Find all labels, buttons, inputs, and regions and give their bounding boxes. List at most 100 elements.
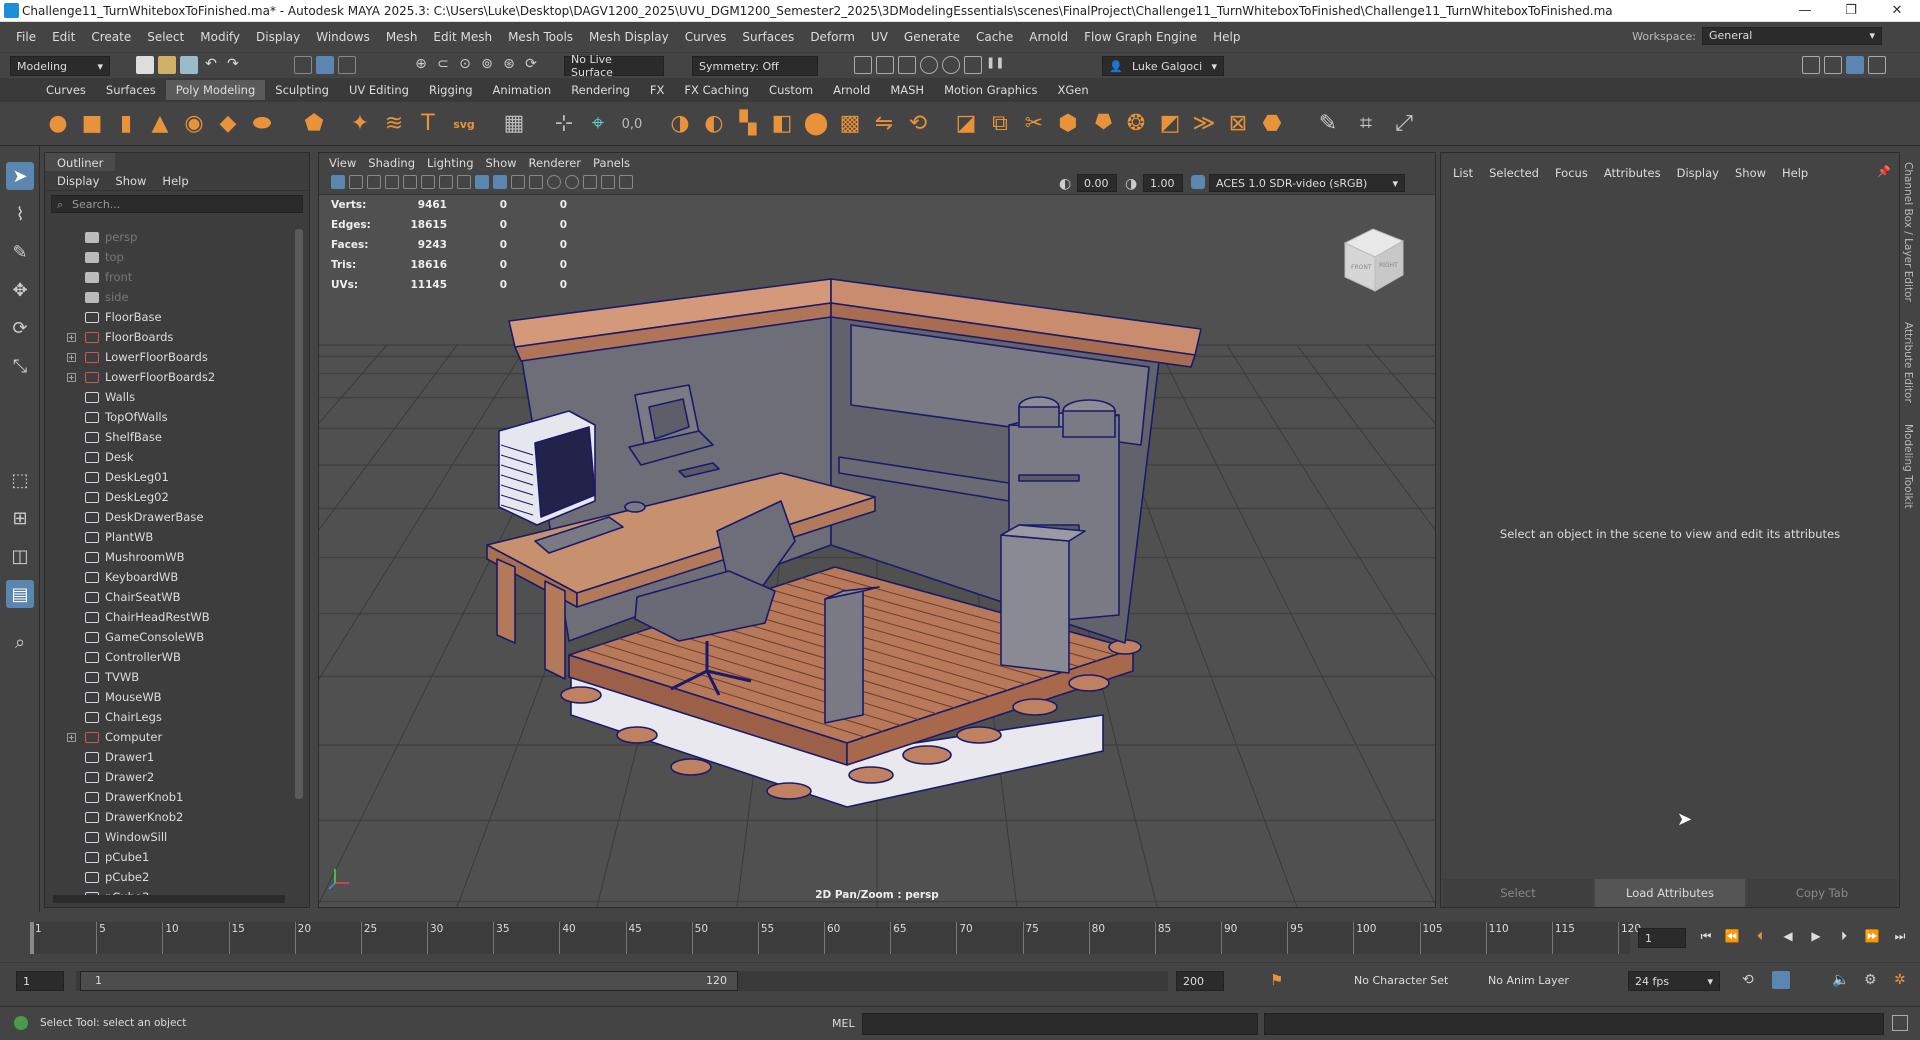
outliner-item[interactable]: + FloorBoards (45, 327, 293, 347)
outliner-item[interactable]: + LowerFloorBoards (45, 347, 293, 367)
shelf-tab-sculpting[interactable]: Sculpting (265, 80, 339, 100)
grid-icon[interactable]: ▦ (500, 110, 528, 138)
shelf-tab-arnold[interactable]: Arnold (823, 80, 880, 100)
snap-surface-icon[interactable]: ⊛ (500, 56, 518, 74)
connect-icon[interactable]: ≫ (1190, 110, 1218, 138)
outliner-hscrollbar[interactable] (53, 895, 285, 903)
ipr-render-icon[interactable] (898, 56, 916, 74)
viewport-menu-lighting[interactable]: Lighting (427, 156, 473, 170)
outliner-item[interactable]: PlantWB (45, 527, 293, 547)
outliner-item[interactable]: pCube1 (45, 847, 293, 867)
snap-curve-icon[interactable]: ⊂ (434, 56, 452, 74)
expand-icon[interactable]: + (67, 352, 76, 362)
ambient-occlusion-icon[interactable] (583, 175, 597, 189)
snap-grid-icon[interactable]: ⊕ (412, 56, 430, 74)
poly-disc-icon[interactable]: ⬬ (248, 110, 276, 138)
shelf-tab-xgen[interactable]: XGen (1048, 80, 1099, 100)
audio-icon[interactable]: 🔈 (1832, 972, 1849, 988)
outliner-item[interactable]: DeskDrawerBase (45, 507, 293, 527)
target-weld-icon[interactable]: ⊠ (1224, 110, 1252, 138)
hypershade-icon[interactable] (942, 56, 960, 74)
measure-icon[interactable]: ⊹ (550, 110, 578, 138)
single-perspective-layout-icon[interactable]: ⬚ (6, 466, 34, 494)
shelf-tab-fx-caching[interactable]: FX Caching (674, 80, 759, 100)
lights-icon[interactable] (547, 175, 561, 189)
symmetry-dropdown[interactable]: Symmetry: Off (692, 56, 818, 76)
platonic-solid-icon[interactable]: ⬟ (300, 110, 328, 138)
cleanup-icon[interactable]: ⟲ (904, 110, 932, 138)
anim-layer-dropdown[interactable]: No Anim Layer (1488, 974, 1569, 987)
loop-icon[interactable]: ⟲ (1742, 972, 1754, 988)
shelf-tab-mash[interactable]: MASH (880, 80, 934, 100)
viewport-panel[interactable]: View Shading Lighting Show Renderer Pane… (318, 152, 1436, 908)
menu-help[interactable]: Help (1205, 30, 1248, 44)
animation-prefs-icon[interactable]: ✲ (1894, 972, 1906, 988)
camera-select-icon[interactable] (331, 175, 345, 189)
live-surface-field[interactable]: No Live Surface (564, 53, 664, 79)
outliner-menu-help[interactable]: Help (162, 174, 188, 188)
modeling-toolkit-tab[interactable]: Modeling Toolkit (1902, 424, 1914, 509)
svg-icon[interactable]: svg (450, 110, 478, 138)
mirror-icon[interactable]: ⇋ (870, 110, 898, 138)
outliner-item[interactable]: DeskLeg01 (45, 467, 293, 487)
current-time-marker[interactable] (30, 922, 34, 954)
menu-set-dropdown[interactable]: Modeling ▾ (10, 56, 110, 76)
time-slider[interactable]: 1 5 10 15 20 25 30 35 40 45 50 55 60 65 70 75 80 85 90 95 10… (0, 912, 1920, 960)
gamma-field[interactable]: 1.00 (1143, 174, 1183, 192)
offset-edge-loop-icon[interactable]: ⌗ (1352, 110, 1380, 138)
character-set-dropdown[interactable]: No Character Set (1354, 974, 1448, 987)
redo-icon[interactable]: ↷ (224, 56, 242, 74)
time-slider-ticks[interactable]: 1 5 10 15 20 25 30 35 40 45 50 55 60 65 70 75 80 85 90 95 10… (30, 922, 1641, 954)
expand-icon[interactable]: + (67, 332, 76, 342)
preferences-icon[interactable]: ⚙ (1864, 972, 1877, 988)
expand-icon[interactable]: + (67, 372, 76, 382)
current-frame-field[interactable]: 1 (1638, 928, 1686, 948)
shelf-tab-custom[interactable]: Custom (759, 80, 823, 100)
workspace-dropdown[interactable]: General ▾ (1702, 27, 1882, 45)
minimize-button[interactable]: — (1782, 0, 1828, 22)
outliner-item[interactable]: ShelfBase (45, 427, 293, 447)
multi-cut-icon[interactable]: ✂ (1020, 110, 1048, 138)
step-forward-frame-icon[interactable]: ⏵ (1834, 926, 1854, 946)
attribute-editor-toggle-icon[interactable] (1824, 56, 1842, 74)
outliner-item[interactable]: top (45, 247, 293, 267)
menu-uv[interactable]: UV (863, 30, 896, 44)
outliner-item[interactable]: ChairLegs (45, 707, 293, 727)
start-frame-field[interactable]: 1 (16, 971, 64, 991)
expand-icon[interactable]: + (67, 732, 76, 742)
menu-file[interactable]: File (8, 30, 44, 44)
outliner-item[interactable]: DrawerKnob1 (45, 787, 293, 807)
outliner-item[interactable]: + LowerFloorBoards2 (45, 367, 293, 387)
menu-mesh[interactable]: Mesh (378, 30, 426, 44)
outliner-item[interactable]: FloorBase (45, 307, 293, 327)
outliner-menu-show[interactable]: Show (115, 174, 146, 188)
camera-attributes-icon[interactable] (349, 175, 363, 189)
collapse-icon[interactable]: ◩ (1156, 110, 1184, 138)
shelf-tab-rigging[interactable]: Rigging (419, 80, 483, 100)
super-shape-icon[interactable]: ✦ (346, 110, 374, 138)
outliner-item[interactable]: ChairSeatWB (45, 587, 293, 607)
outliner-item[interactable]: WindowSill (45, 827, 293, 847)
outliner-search-input[interactable]: ⌕ Search... (51, 195, 303, 213)
menu-cache[interactable]: Cache (968, 30, 1021, 44)
extrude-icon[interactable]: ◪ (952, 110, 980, 138)
menu-surfaces[interactable]: Surfaces (734, 30, 802, 44)
menu-flow-graph-engine[interactable]: Flow Graph Engine (1076, 30, 1205, 44)
shelf-tab-poly-modeling[interactable]: Poly Modeling (165, 80, 266, 100)
snap-view-icon[interactable]: ⊚ (478, 56, 496, 74)
shelf-tab-rendering[interactable]: Rendering (561, 80, 640, 100)
outliner-item[interactable]: side (45, 287, 293, 307)
end-frame-field[interactable]: 200 (1176, 971, 1224, 991)
menu-curves[interactable]: Curves (677, 30, 735, 44)
outliner-item[interactable]: Drawer2 (45, 767, 293, 787)
viewport-menu-renderer[interactable]: Renderer (529, 156, 582, 170)
default-material-icon[interactable] (511, 175, 525, 189)
menu-create[interactable]: Create (83, 30, 139, 44)
outliner-item[interactable]: Walls (45, 387, 293, 407)
shelf-tab-curves[interactable]: Curves (36, 80, 96, 100)
pause-icon[interactable]: ❚❚ (986, 56, 1004, 74)
lasso-tool-icon[interactable]: ⌇ (6, 200, 34, 228)
snap-point-icon[interactable]: ⊙ (456, 56, 474, 74)
outliner-tab[interactable]: Outliner (45, 153, 115, 171)
render-current-icon[interactable] (876, 56, 894, 74)
